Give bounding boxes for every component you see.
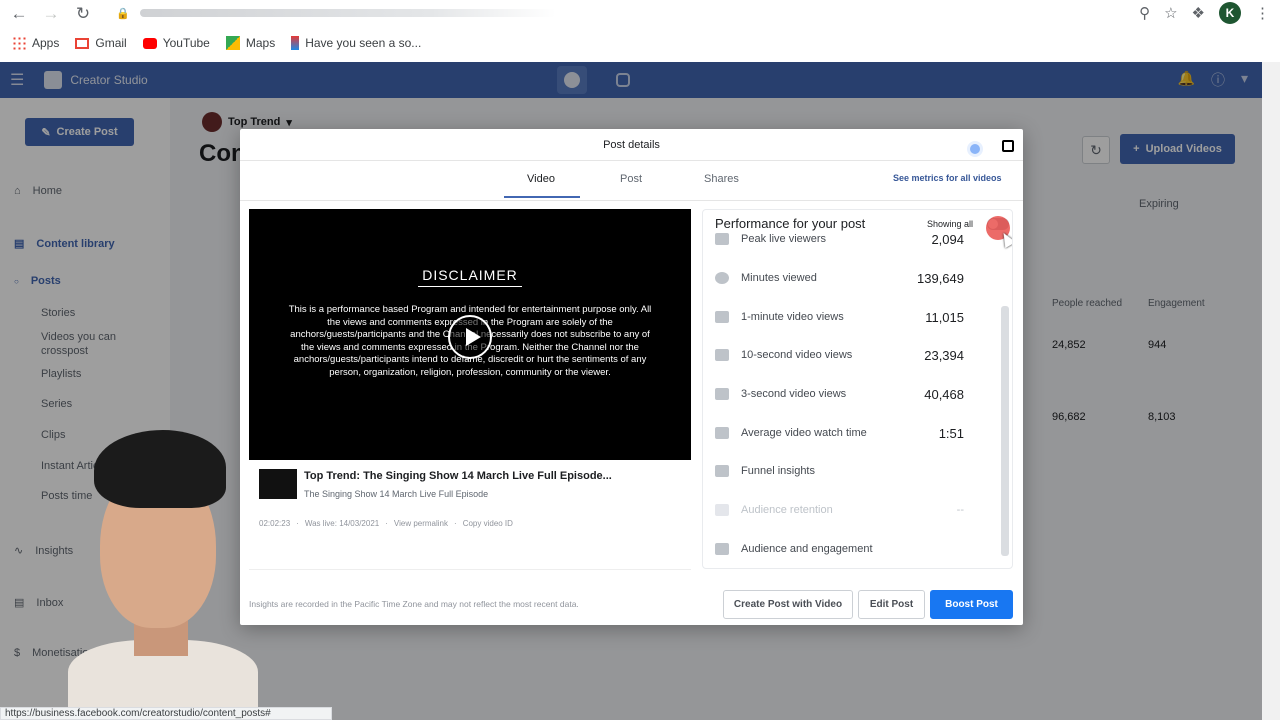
bookmark-maps[interactable]: Maps	[225, 36, 275, 50]
bookmark-apps[interactable]: Apps	[12, 36, 59, 50]
address-bar[interactable]: 🔒	[116, 4, 556, 22]
video-subtitle: The Singing Show 14 March Live Full Epis…	[304, 489, 489, 499]
page-scrollbar[interactable]	[1262, 62, 1280, 720]
metric-audience-retention: Audience retention --	[703, 491, 998, 530]
film-icon	[715, 427, 729, 440]
video-camera-icon	[715, 349, 729, 362]
video-player[interactable]: DISCLAIMER This is a performance based P…	[249, 209, 691, 460]
status-dot-icon	[970, 144, 980, 154]
forward-icon[interactable]: →	[38, 1, 64, 27]
presenter-hair	[94, 430, 226, 508]
lock-icon: 🔒	[116, 7, 130, 20]
metric-peak-live-viewers: Peak live viewers 2,094	[703, 220, 998, 259]
people-icon	[715, 233, 729, 246]
tab-post[interactable]: Post	[620, 173, 642, 185]
timezone-note: Insights are recorded in the Pacific Tim…	[249, 599, 579, 609]
retention-icon	[715, 504, 729, 517]
gmail-icon	[75, 37, 90, 49]
apps-grid-icon	[12, 36, 26, 50]
maps-icon	[225, 36, 240, 50]
metric-audience-engagement[interactable]: Audience and engagement	[703, 530, 998, 568]
create-post-with-video-button[interactable]: Create Post with Video	[723, 590, 853, 619]
metric-1-minute-views: 1-minute video views 11,015	[703, 298, 998, 337]
edit-post-button[interactable]: Edit Post	[858, 590, 925, 619]
metric-minutes-viewed: Minutes viewed 139,649	[703, 259, 998, 298]
bookmark-site-icon	[291, 36, 300, 50]
dialog-title: Post details	[240, 129, 1023, 161]
bookmark-song[interactable]: Have you seen a so...	[291, 36, 421, 50]
browser-menu-icon[interactable]: ⋮	[1255, 4, 1270, 22]
audience-icon	[715, 543, 729, 556]
bookmark-youtube[interactable]: YouTube	[142, 36, 210, 50]
view-permalink-link[interactable]: View permalink	[394, 519, 448, 528]
youtube-icon	[142, 37, 157, 49]
active-tab-indicator	[504, 196, 580, 198]
tab-shares[interactable]: Shares	[704, 173, 739, 185]
play-button[interactable]	[448, 315, 492, 359]
tab-video[interactable]: Video	[527, 173, 555, 185]
metric-average-watch-time: Average video watch time 1:51	[703, 414, 998, 453]
profile-avatar[interactable]: K	[1219, 2, 1241, 24]
disclaimer-title: DISCLAIMER	[249, 267, 691, 287]
url-text	[139, 9, 556, 17]
clock-icon	[715, 272, 729, 285]
video-camera-icon	[715, 388, 729, 401]
back-icon[interactable]: ←	[6, 1, 32, 27]
video-meta: 02:02:23 · Was live: 14/03/2021 · View per…	[259, 519, 513, 528]
video-camera-icon	[715, 311, 729, 324]
boost-post-button[interactable]: Boost Post	[930, 590, 1013, 619]
divider	[249, 569, 691, 570]
performance-panel: Performance for your post Showing all Pe…	[702, 209, 1013, 569]
extensions-icon[interactable]: ❖	[1192, 4, 1205, 22]
was-live-date: Was live: 14/03/2021	[304, 519, 380, 528]
metric-funnel-insights[interactable]: Funnel insights	[703, 452, 998, 491]
bookmarks-bar: Apps Gmail YouTube Maps Have you seen a …	[0, 28, 1280, 58]
video-thumbnail	[259, 469, 297, 499]
status-bar-url: https://business.facebook.com/creatorstu…	[0, 707, 332, 720]
webcam-presenter	[68, 430, 258, 720]
performance-scrollbar[interactable]	[1001, 306, 1009, 556]
close-icon[interactable]	[1002, 140, 1014, 152]
reload-icon[interactable]: ↻	[70, 1, 96, 27]
copy-video-id-link[interactable]: Copy video ID	[463, 519, 513, 528]
video-title: Top Trend: The Singing Show 14 March Liv…	[304, 470, 612, 482]
see-metrics-link[interactable]: See metrics for all videos	[893, 173, 1002, 183]
browser-toolbar: ← → ↻ 🔒 ⚲ ☆ ❖ K ⋮	[0, 0, 1280, 28]
bookmark-gmail[interactable]: Gmail	[75, 36, 127, 50]
video-duration: 02:02:23	[259, 519, 291, 528]
zoom-icon[interactable]: ⚲	[1139, 4, 1150, 22]
bookmark-star-icon[interactable]: ☆	[1164, 4, 1177, 22]
post-details-dialog: Post details Video Post Shares See metri…	[240, 129, 1023, 625]
metric-10-second-views: 10-second video views 23,394	[703, 336, 998, 375]
funnel-icon	[715, 465, 729, 478]
metric-3-second-views: 3-second video views 40,468	[703, 375, 998, 414]
